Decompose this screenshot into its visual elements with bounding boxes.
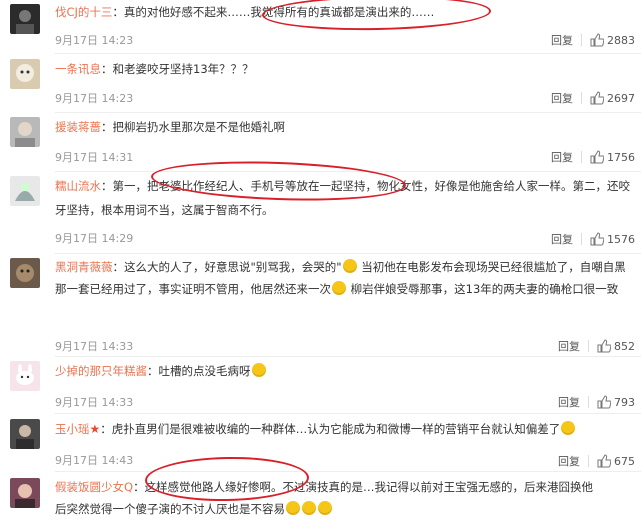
reply-button[interactable]: 回复 xyxy=(551,149,573,165)
comment-content: ：这么大的人了，好意思说"别骂我，会哭的" xyxy=(112,260,342,274)
reply-button[interactable]: 回复 xyxy=(558,394,580,410)
separator-line xyxy=(55,53,641,54)
crying-face-icon xyxy=(342,259,357,273)
thumbs-up-icon[interactable] xyxy=(597,339,611,353)
comment-actions: 回复 793 xyxy=(558,394,635,410)
smiling-face-icon xyxy=(332,281,346,295)
comment-text: 假装饭圆少女Q：这样感觉他路人缘好惨啊。不过演技真的是…我记得以前对王宝强无感的… xyxy=(55,476,631,520)
like-count: 1576 xyxy=(607,232,635,246)
comment-content: 柳岩伴娘受辱那事，这13年的两夫妻的确枪口很一致 xyxy=(350,282,619,296)
comment-time: 9月17日 14:23 xyxy=(55,34,134,47)
comment-content: ：和老婆咬牙坚持13年？？？ xyxy=(101,62,254,76)
thumbs-up-icon[interactable] xyxy=(597,395,611,409)
username-link[interactable]: 糯山流水 xyxy=(55,179,101,193)
avatar[interactable] xyxy=(10,117,40,147)
comment-time: 9月17日 14:33 xyxy=(55,396,134,409)
divider xyxy=(588,340,589,352)
star-icon: ★ xyxy=(89,422,101,436)
comment-actions: 回复 1576 xyxy=(551,231,635,247)
comment-time: 9月17日 14:43 xyxy=(55,454,134,467)
username-link[interactable]: 黑洞青薇薇 xyxy=(55,260,113,274)
like-count: 2883 xyxy=(607,33,635,47)
username-link[interactable]: 一条讯息 xyxy=(55,62,101,76)
comment-text: 伐CJ的十三：真的对他好感不起来……我觉得所有的真诚都是演出来的…… xyxy=(55,0,631,24)
comment-text: 黑洞青薇薇：这么大的人了，好意思说"别骂我，会哭的" 当初他在电影发布会现场哭已… xyxy=(55,256,631,300)
comment-content: ：吐槽的点没毛病呀 xyxy=(147,364,251,378)
comment-time: 9月17日 14:31 xyxy=(55,151,134,164)
separator-line xyxy=(55,253,641,254)
comment-content: 后突然觉得一个傻子演的不讨人厌也是不容易 xyxy=(55,502,285,516)
divider xyxy=(581,233,582,245)
reply-button[interactable]: 回复 xyxy=(551,32,573,48)
avatar[interactable] xyxy=(10,361,40,391)
separator-line xyxy=(55,413,641,414)
comment-text: 玉小瑶★：虎扑直男们是很难被收编的一种群体…认为它能成为和微博一样的营销平台就认… xyxy=(55,417,631,441)
comment-time: 9月17日 14:29 xyxy=(55,232,134,245)
grinning-face-icon xyxy=(561,421,576,435)
avatar[interactable] xyxy=(10,258,40,288)
like-count: 2697 xyxy=(607,91,635,105)
laughing-face-icon xyxy=(286,501,300,515)
username-link[interactable]: 援装蒋蔷 xyxy=(55,120,101,134)
comment-content: ：真的对他好感不起来……我觉得所有的真诚都是演出来的…… xyxy=(112,5,435,19)
thumbs-up-icon[interactable] xyxy=(590,91,604,105)
comment-content: ：把柳岩扔水里那次是不是他婚礼啊 xyxy=(101,120,285,134)
reply-button[interactable]: 回复 xyxy=(551,90,573,106)
laughing-face-icon xyxy=(302,501,316,515)
comment-content: ：这样感觉他路人缘好惨啊。不过演技真的是…我记得以前对王宝强无感的，后来港囧换他 xyxy=(133,480,594,494)
comment-text: 一条讯息：和老婆咬牙坚持13年？？？ xyxy=(55,57,631,81)
thumbs-up-icon[interactable] xyxy=(590,33,604,47)
username-link[interactable]: 玉小瑶 xyxy=(55,422,90,436)
comment-text: 少掉的那只年糕酱：吐槽的点没毛病呀 xyxy=(55,359,631,383)
avatar[interactable] xyxy=(10,176,40,206)
reply-button[interactable]: 回复 xyxy=(558,338,580,354)
divider xyxy=(581,151,582,163)
divider xyxy=(581,34,582,46)
avatar[interactable] xyxy=(10,419,40,449)
comment-time: 9月17日 14:33 xyxy=(55,340,134,353)
comment-actions: 回复 2883 xyxy=(551,32,635,48)
like-count: 852 xyxy=(614,339,635,353)
comment-time: 9月17日 14:23 xyxy=(55,92,134,105)
separator-line xyxy=(55,171,641,172)
thumbs-up-icon[interactable] xyxy=(597,454,611,468)
separator-line xyxy=(55,471,641,472)
comment-text: 糯山流水：第一，把老婆比作经纪人、手机号等放在一起坚持，物化女性，好像是他施舍给… xyxy=(55,174,631,222)
avatar[interactable] xyxy=(10,478,40,508)
username-link[interactable]: 假装饭圆少女Q xyxy=(55,480,133,494)
like-count: 675 xyxy=(614,454,635,468)
laughing-face-icon xyxy=(318,501,332,515)
username-link[interactable]: 少掉的那只年糕酱 xyxy=(55,364,147,378)
reply-button[interactable]: 回复 xyxy=(551,231,573,247)
laughing-face-icon xyxy=(251,363,266,377)
comment-content: ：虎扑直男们是很难被收编的一种群体…认为它能成为和微博一样的营销平台就认知偏差了 xyxy=(100,422,561,436)
comment-actions: 回复 852 xyxy=(558,338,635,354)
like-count: 793 xyxy=(614,395,635,409)
comment-actions: 回复 675 xyxy=(558,453,635,469)
comment-actions: 回复 2697 xyxy=(551,90,635,106)
avatar[interactable] xyxy=(10,59,40,89)
divider xyxy=(581,92,582,104)
divider xyxy=(588,455,589,467)
avatar[interactable] xyxy=(10,4,40,34)
separator-line xyxy=(55,356,641,357)
like-count: 1756 xyxy=(607,150,635,164)
comment-text: 援装蒋蔷：把柳岩扔水里那次是不是他婚礼啊 xyxy=(55,115,631,139)
separator-line xyxy=(55,112,641,113)
username-link[interactable]: 伐CJ的十三 xyxy=(55,5,112,19)
thumbs-up-icon[interactable] xyxy=(590,150,604,164)
comment-actions: 回复 1756 xyxy=(551,149,635,165)
divider xyxy=(588,396,589,408)
comment-content: ：第一，把老婆比作经纪人、手机号等放在一起坚持，物化女性，好像是他施舍给人家一样… xyxy=(55,179,630,217)
thumbs-up-icon[interactable] xyxy=(590,232,604,246)
reply-button[interactable]: 回复 xyxy=(558,453,580,469)
